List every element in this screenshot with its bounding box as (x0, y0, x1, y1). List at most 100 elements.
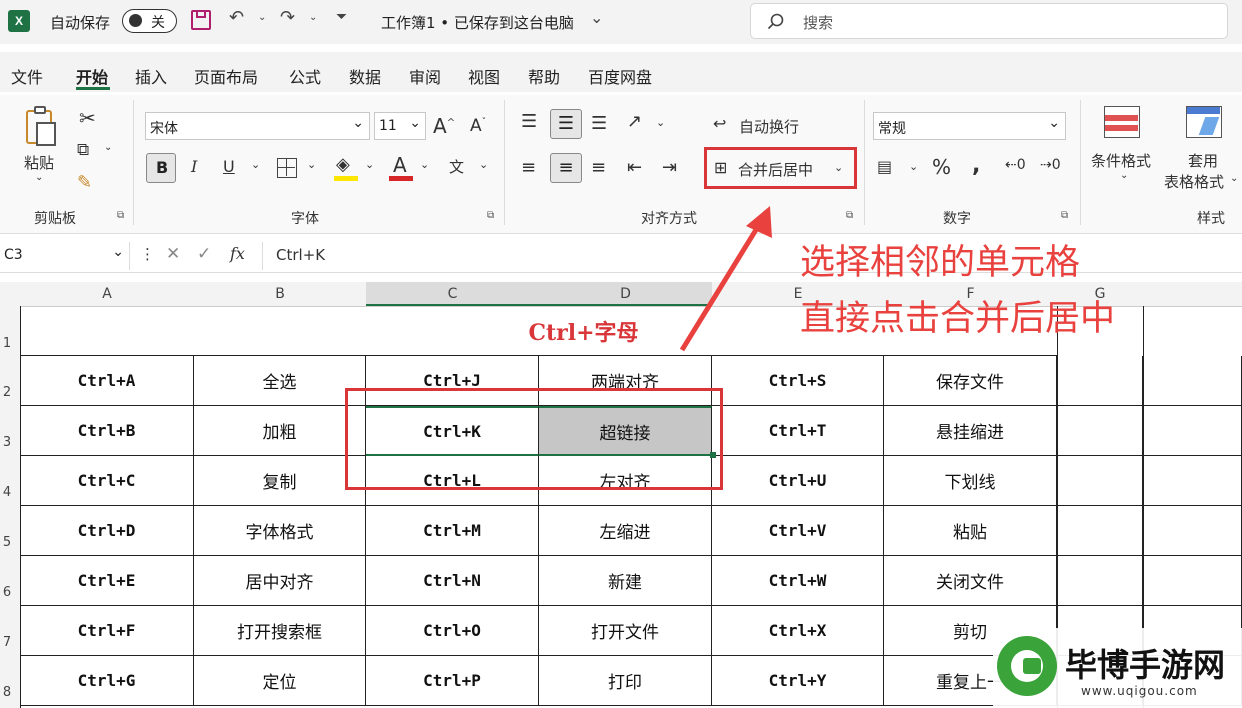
cell-f6[interactable]: 关闭文件 (884, 556, 1057, 606)
cell-e3[interactable]: Ctrl+T (712, 406, 884, 456)
decrease-font-icon[interactable]: Aˇ (470, 116, 486, 136)
percent-style-icon[interactable]: % (932, 155, 951, 179)
fill-handle[interactable] (710, 452, 716, 458)
number-format-select[interactable]: 常规 ⌄ (873, 112, 1066, 140)
row-header-5[interactable]: 5 (0, 535, 14, 550)
cell-e5[interactable]: Ctrl+V (712, 506, 884, 556)
tab-file[interactable]: 文件 (11, 64, 43, 88)
phonetic-icon[interactable]: 文 (449, 156, 464, 177)
fill-color-dropdown-icon[interactable]: ⌄ (365, 158, 374, 171)
clipboard-launcher-icon[interactable]: ⧉ (117, 210, 124, 221)
align-center-icon[interactable]: ≡ (550, 153, 582, 183)
row-header-1[interactable]: 1 (0, 336, 14, 351)
conditional-dropdown-icon[interactable]: ⌄ (1120, 170, 1128, 181)
decrease-indent-icon[interactable]: ⇤ (627, 157, 642, 178)
cell-a3[interactable]: Ctrl+B (20, 406, 194, 456)
tab-insert[interactable]: 插入 (135, 64, 167, 88)
underline-button[interactable]: U (223, 157, 235, 176)
column-header-c[interactable]: C (366, 286, 539, 302)
cell-e2[interactable]: Ctrl+S (712, 356, 884, 406)
cell-a8[interactable]: Ctrl+G (20, 656, 194, 706)
cell-c6[interactable]: Ctrl+N (366, 556, 539, 606)
align-left-icon[interactable]: ≡ (521, 157, 536, 178)
row-header-3[interactable]: 3 (0, 435, 14, 450)
redo-icon[interactable]: ↷ (280, 7, 295, 28)
cell-b7[interactable]: 打开搜索框 (194, 606, 366, 656)
paste-icon[interactable] (22, 106, 58, 150)
column-header-a[interactable]: A (20, 286, 194, 302)
tab-data[interactable]: 数据 (349, 64, 381, 88)
cell-b6[interactable]: 居中对齐 (194, 556, 366, 606)
cut-icon[interactable]: ✂ (79, 106, 96, 130)
copy-icon[interactable]: ⧉ (77, 140, 89, 160)
align-right-icon[interactable]: ≡ (591, 157, 606, 178)
cell-h2[interactable] (1143, 356, 1242, 406)
cell-f2[interactable]: 保存文件 (884, 356, 1057, 406)
cell-b5[interactable]: 字体格式 (194, 506, 366, 556)
conditional-formatting-icon[interactable] (1104, 106, 1140, 138)
redo-dropdown-icon[interactable]: ⌄ (309, 12, 317, 23)
font-name-select[interactable]: 宋体 ⌄ (145, 112, 370, 140)
accounting-format-icon[interactable]: ▤ (877, 157, 892, 176)
align-bottom-icon[interactable]: ☰ (591, 113, 607, 134)
decrease-decimal-icon[interactable]: ⇢0 (1040, 157, 1061, 173)
cell-e4[interactable]: Ctrl+U (712, 456, 884, 506)
tab-baidu-netdisk[interactable]: 百度网盘 (588, 64, 652, 88)
orientation-dropdown-icon[interactable]: ⌄ (656, 116, 665, 129)
cell-b2[interactable]: 全选 (194, 356, 366, 406)
cell-e7[interactable]: Ctrl+X (712, 606, 884, 656)
cell-g2[interactable] (1057, 356, 1143, 406)
cell-b8[interactable]: 定位 (194, 656, 366, 706)
customize-toolbar-icon[interactable]: ⏷ (336, 9, 347, 25)
title-chevron-down-icon[interactable]: ⌄ (590, 8, 603, 27)
row-header-2[interactable]: 2 (0, 385, 14, 400)
format-as-table-label-2[interactable]: 表格格式 (1164, 171, 1224, 192)
cell-f5[interactable]: 粘贴 (884, 506, 1057, 556)
format-as-table-label-1[interactable]: 套用 (1188, 150, 1218, 171)
tab-review[interactable]: 审阅 (409, 64, 441, 88)
column-header-b[interactable]: B (194, 286, 366, 302)
cell-f3[interactable]: 悬挂缩进 (884, 406, 1057, 456)
undo-icon[interactable]: ↶ (229, 7, 244, 28)
underline-dropdown-icon[interactable]: ⌄ (251, 158, 260, 171)
autosave-toggle[interactable]: 关 (122, 9, 177, 33)
tab-formulas[interactable]: 公式 (289, 64, 321, 88)
row-header-8[interactable]: 8 (0, 685, 14, 700)
cell-a4[interactable]: Ctrl+C (20, 456, 194, 506)
comma-style-icon[interactable]: , (972, 153, 980, 178)
undo-dropdown-icon[interactable]: ⌄ (258, 12, 266, 23)
cell-h4[interactable] (1143, 456, 1242, 506)
font-color-icon[interactable]: A (393, 153, 407, 177)
cell-d5[interactable]: 左缩进 (539, 506, 712, 556)
cell-b3[interactable]: 加粗 (194, 406, 366, 456)
document-title[interactable]: 工作簿1 • 已保存到这台电脑 (381, 12, 574, 33)
cell-h5[interactable] (1143, 506, 1242, 556)
save-icon[interactable] (191, 10, 211, 30)
cell-a7[interactable]: Ctrl+F (20, 606, 194, 656)
font-size-select[interactable]: 11 ⌄ (374, 112, 426, 140)
align-middle-icon[interactable]: ☰ (550, 109, 582, 139)
cell-d8[interactable]: 打印 (539, 656, 712, 706)
cell-c7[interactable]: Ctrl+O (366, 606, 539, 656)
orientation-icon[interactable]: ↗ (627, 111, 642, 132)
cell-a6[interactable]: Ctrl+E (20, 556, 194, 606)
phonetic-dropdown-icon[interactable]: ⌄ (479, 158, 488, 171)
tab-page-layout[interactable]: 页面布局 (194, 64, 258, 88)
name-box[interactable]: C3 ⌄ (0, 242, 130, 270)
wrap-text-icon[interactable]: ↩ (713, 114, 726, 133)
cell-a2[interactable]: Ctrl+A (20, 356, 194, 406)
tab-home[interactable]: 开始 (76, 64, 108, 88)
cell-b4[interactable]: 复制 (194, 456, 366, 506)
format-as-table-dropdown-icon[interactable]: ⌄ (1230, 173, 1238, 184)
cell-g6[interactable] (1057, 556, 1143, 606)
cell-a5[interactable]: Ctrl+D (20, 506, 194, 556)
borders-icon[interactable] (277, 158, 297, 178)
row-header-7[interactable]: 7 (0, 635, 14, 650)
increase-font-icon[interactable]: A^ (433, 114, 455, 138)
row-header-4[interactable]: 4 (0, 485, 14, 500)
format-painter-icon[interactable]: ✎ (77, 172, 92, 193)
conditional-formatting-button[interactable]: 条件格式 (1091, 150, 1151, 171)
copy-dropdown-icon[interactable]: ⌄ (104, 142, 112, 153)
cell-g3[interactable] (1057, 406, 1143, 456)
align-top-icon[interactable]: ☰ (521, 111, 537, 132)
